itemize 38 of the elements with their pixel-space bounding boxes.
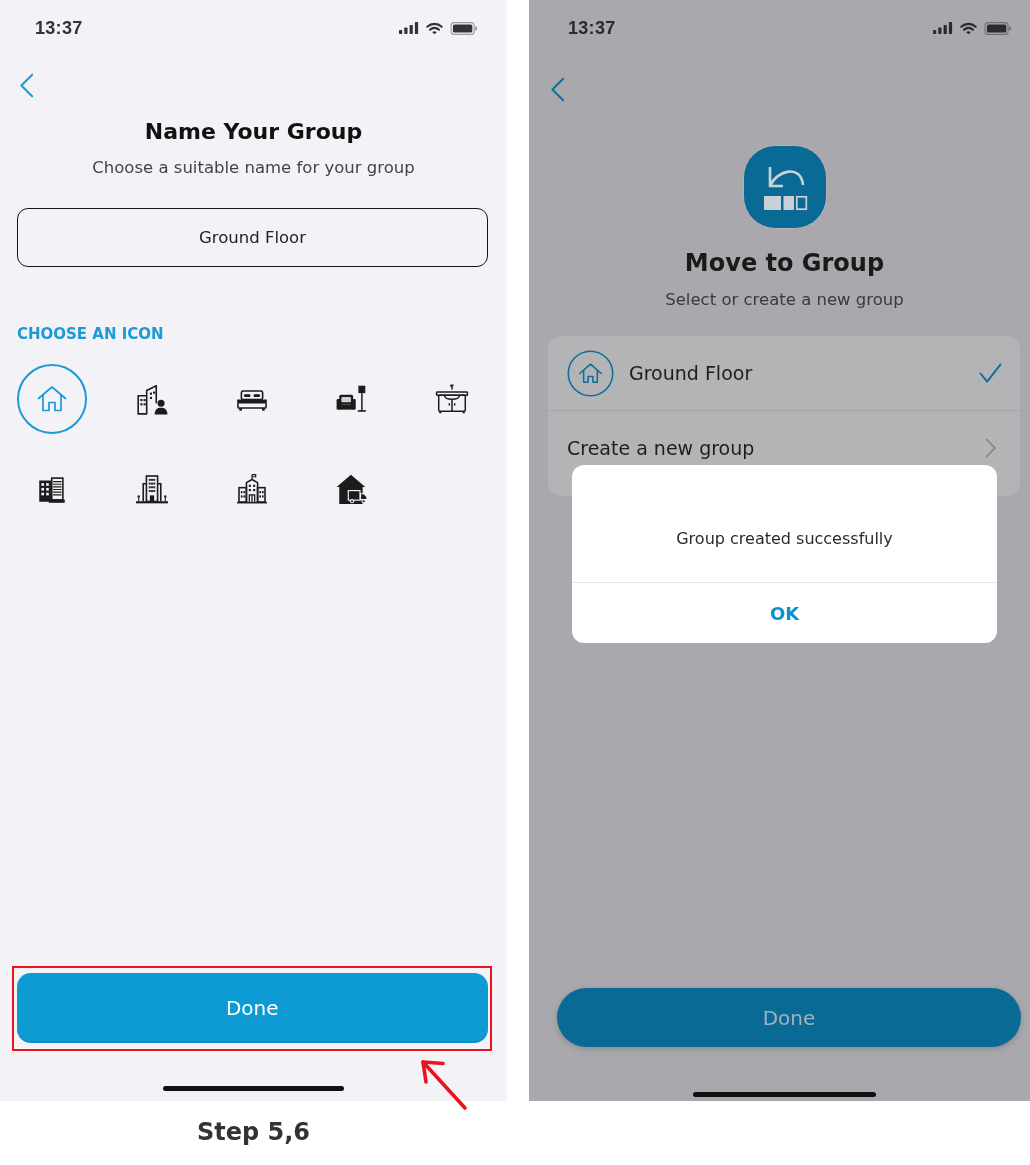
group-name-field[interactable]: Ground Floor	[17, 208, 488, 267]
group-name: Create a new group	[567, 436, 756, 459]
screen-title: Name Your Group	[143, 118, 364, 146]
sink-cabinet-icon	[435, 382, 469, 416]
group-list-item[interactable]: Ground Floor	[548, 336, 1020, 411]
ok-button[interactable]: OK	[572, 583, 997, 643]
signal-icon	[933, 22, 953, 34]
step-caption: Step 5,6	[196, 1118, 311, 1146]
office-person-icon	[135, 382, 169, 416]
status-time: 13:37	[35, 17, 83, 39]
signal-icon	[399, 22, 419, 34]
tall-building-icon	[135, 472, 169, 506]
section-heading: CHOOSE AN ICON	[17, 324, 164, 344]
icon-option[interactable]	[235, 472, 269, 506]
status-time: 13:37	[568, 17, 616, 39]
curved-arrow-tiles-icon	[742, 145, 827, 229]
battery-icon	[984, 21, 1012, 35]
group-name: Ground Floor	[629, 362, 754, 384]
house-icon	[567, 349, 614, 397]
icon-option[interactable]	[135, 472, 169, 506]
school-building-icon	[235, 472, 269, 506]
dialog-message: Group created successfully	[676, 528, 893, 550]
icon-option[interactable]	[135, 382, 169, 416]
check-icon	[979, 362, 1002, 384]
chevron-left-icon	[19, 73, 34, 98]
chevron-left-icon	[550, 77, 565, 102]
screen-subtitle: Choose a suitable name for your group	[91, 157, 416, 179]
screen-subtitle: Select or create a new group	[664, 289, 905, 311]
back-button[interactable]	[19, 73, 34, 98]
icon-option[interactable]	[335, 472, 369, 506]
icon-option[interactable]	[435, 382, 469, 416]
wifi-icon	[426, 21, 443, 35]
wifi-icon	[960, 21, 977, 35]
chevron-right-icon	[985, 437, 997, 458]
group-list-item[interactable]: Create a new group	[548, 411, 1020, 496]
battery-icon	[450, 21, 478, 35]
warehouse-truck-icon	[335, 472, 369, 506]
screen-title: Move to Group	[683, 248, 886, 278]
